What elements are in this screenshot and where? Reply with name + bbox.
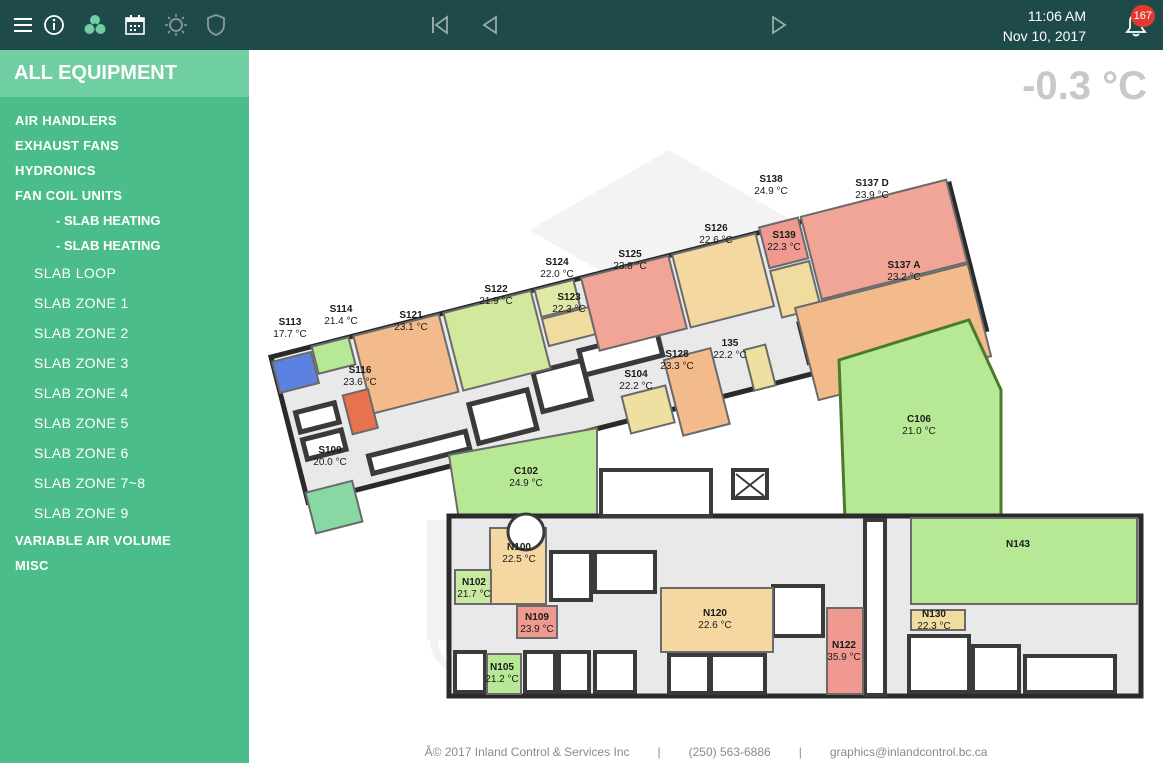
menu-item-exhaust-fans[interactable]: EXHAUST FANS bbox=[0, 133, 249, 158]
menu-item-slab-zone-6[interactable]: SLAB ZONE 6 bbox=[0, 438, 249, 468]
room-N122[interactable] bbox=[826, 607, 864, 695]
room-name-label: S124 bbox=[545, 257, 569, 268]
room-name-label: N105 bbox=[490, 662, 514, 673]
room-temperature-label: 21.2 °C bbox=[485, 674, 518, 685]
menu-icon[interactable] bbox=[10, 12, 36, 38]
calendar-icon[interactable] bbox=[122, 12, 148, 38]
room-temperature-label: 17.7 °C bbox=[273, 329, 306, 340]
previous-icon[interactable] bbox=[477, 12, 503, 38]
room-temperature-label: 22.3 °C bbox=[552, 304, 585, 315]
room-name-label: N102 bbox=[462, 577, 486, 588]
room-temperature-label: 22.2 °C bbox=[619, 381, 652, 392]
room-temperature-label: 23.2 °C bbox=[887, 272, 920, 283]
menu-item-slab-loop[interactable]: SLAB LOOP bbox=[0, 258, 249, 288]
notification-badge[interactable]: 167 bbox=[1130, 5, 1155, 27]
room-name-label: 135 bbox=[722, 338, 739, 349]
next-icon[interactable] bbox=[766, 12, 792, 38]
room-temperature-label: 24.9 °C bbox=[754, 186, 787, 197]
room-temperature-label: 35.9 °C bbox=[827, 652, 860, 663]
info-icon[interactable] bbox=[41, 12, 67, 38]
room-temperature-label: 23.1 °C bbox=[394, 322, 427, 333]
room-temperature-label: 23.3 °C bbox=[660, 361, 693, 372]
sun-icon[interactable] bbox=[163, 12, 189, 38]
footer-separator: | bbox=[798, 745, 802, 759]
room-temperature-label: 22.6 °C bbox=[699, 235, 732, 246]
room-temperature-label: 21.7 °C bbox=[457, 589, 490, 600]
menu-item-slab-zone-3[interactable]: SLAB ZONE 3 bbox=[0, 348, 249, 378]
equipment-menu: AIR HANDLERS EXHAUST FANS HYDRONICS FAN … bbox=[0, 108, 249, 578]
room-name-label: S122 bbox=[484, 284, 508, 295]
room-N143[interactable] bbox=[910, 517, 1138, 605]
room-temperature-label: 23.9 °C bbox=[855, 190, 888, 201]
room-temperature-label: 23.8 °C bbox=[613, 261, 646, 272]
menu-item-hydronics[interactable]: HYDRONICS bbox=[0, 158, 249, 183]
room-name-label: N100 bbox=[507, 542, 531, 553]
room-name-label: S116 bbox=[349, 365, 372, 376]
room-temperature-label: 22.0 °C bbox=[540, 269, 573, 280]
sidebar-title[interactable]: ALL EQUIPMENT bbox=[0, 50, 249, 97]
room-temperature-label: 23.6 °C bbox=[343, 377, 376, 388]
room-temperature-label: 22.3 °C bbox=[767, 242, 800, 253]
room-temperature-label: 22.3 °C bbox=[917, 621, 950, 632]
room-name-label: S126 bbox=[704, 223, 728, 234]
room-name-label: S121 bbox=[399, 310, 423, 321]
room-temperature-label: 22.6 °C bbox=[698, 620, 731, 631]
menu-item-slab-zone-5[interactable]: SLAB ZONE 5 bbox=[0, 408, 249, 438]
room-name-label: C102 bbox=[514, 466, 538, 477]
room-name-label: S123 bbox=[557, 292, 581, 303]
room-temperature-label: 21.4 °C bbox=[324, 316, 357, 327]
menu-item-slab-heating[interactable]: - SLAB HEATING bbox=[0, 233, 249, 258]
footer: Â© 2017 Inland Control & Services Inc | (2… bbox=[249, 745, 1163, 759]
menu-item-misc[interactable]: MISC bbox=[0, 553, 249, 578]
menu-item-variable-air-volume[interactable]: VARIABLE AIR VOLUME bbox=[0, 528, 249, 553]
floor-plan: S11317.7 °CS11421.4 °CS12123.1 °CS12221.… bbox=[267, 150, 1144, 699]
room-temperature-label: 23.9 °C bbox=[520, 624, 553, 635]
current-time: 11:06 AM bbox=[1027, 8, 1086, 24]
room-name-label: S104 bbox=[624, 369, 648, 380]
room-name-label: N130 bbox=[922, 609, 946, 620]
room-name-label: S128 bbox=[665, 349, 689, 360]
top-bar: 11:06 AM Nov 10, 2017 167 bbox=[0, 0, 1163, 50]
room-name-label: S113 bbox=[279, 317, 302, 328]
clock: 11:06 AM Nov 10, 2017 bbox=[1003, 6, 1086, 46]
room-name-label: C106 bbox=[907, 414, 931, 425]
current-date: Nov 10, 2017 bbox=[1002, 28, 1086, 44]
room-name-label: S114 bbox=[330, 304, 353, 315]
room-name-label: N120 bbox=[703, 608, 727, 619]
menu-item-slab-heating[interactable]: - SLAB HEATING bbox=[0, 208, 249, 233]
menu-item-fan-coil-units[interactable]: FAN COIL UNITS bbox=[0, 183, 249, 208]
room-name-label: N122 bbox=[832, 640, 856, 651]
room-name-label: S137 A bbox=[888, 260, 921, 271]
room-name-label: S109 bbox=[318, 445, 342, 456]
sidebar: ALL EQUIPMENT AIR HANDLERS EXHAUST FANS … bbox=[0, 50, 249, 763]
footer-copyright: Â© 2017 Inland Control & Services Inc bbox=[424, 745, 630, 759]
room-name-label: S139 bbox=[772, 230, 796, 241]
room-temperature-label: 22.5 °C bbox=[502, 554, 535, 565]
menu-item-slab-zone-9[interactable]: SLAB ZONE 9 bbox=[0, 498, 249, 528]
menu-item-slab-zone-1[interactable]: SLAB ZONE 1 bbox=[0, 288, 249, 318]
room-name-label: S125 bbox=[618, 249, 642, 260]
shield-icon[interactable] bbox=[203, 12, 229, 38]
room-temperature-label: 21.0 °C bbox=[902, 426, 935, 437]
room-temperature-label: 20.0 °C bbox=[313, 457, 346, 468]
room-name-label: N143 bbox=[1006, 539, 1030, 550]
footer-email[interactable]: graphics@inlandcontrol.bc.ca bbox=[830, 745, 988, 759]
skip-back-icon[interactable] bbox=[427, 12, 453, 38]
room-temperature-label: 24.9 °C bbox=[509, 478, 542, 489]
room-name-label: N109 bbox=[525, 612, 549, 623]
menu-item-slab-zone-4[interactable]: SLAB ZONE 4 bbox=[0, 378, 249, 408]
footer-phone: (250) 563-6886 bbox=[688, 745, 771, 759]
footer-separator: | bbox=[657, 745, 661, 759]
fan-icon[interactable] bbox=[82, 12, 108, 38]
menu-item-slab-zone-2[interactable]: SLAB ZONE 2 bbox=[0, 318, 249, 348]
room-temperature-label: 21.9 °C bbox=[479, 296, 512, 307]
outside-temperature: -0.3 °C bbox=[1022, 64, 1147, 108]
room-name-label: S138 bbox=[759, 174, 783, 185]
menu-item-air-handlers[interactable]: AIR HANDLERS bbox=[0, 108, 249, 133]
room-name-label: S137 D bbox=[855, 178, 888, 189]
floor-plan-area: S113 17.7 °C S114 21.4 °C S121 23.1 °C S122 21.… bbox=[249, 50, 1163, 763]
menu-item-slab-zone-7-8[interactable]: SLAB ZONE 7~8 bbox=[0, 468, 249, 498]
room-temperature-label: 22.2 °C bbox=[713, 350, 746, 361]
